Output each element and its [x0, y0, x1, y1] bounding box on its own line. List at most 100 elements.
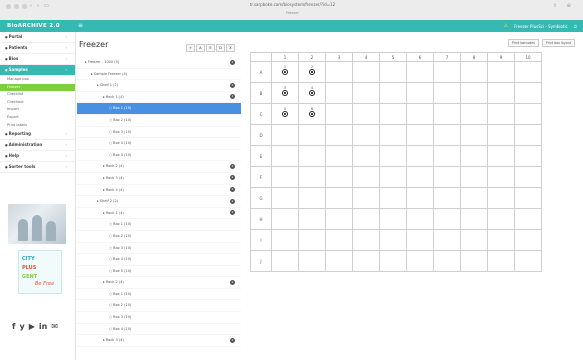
tree-node[interactable]: ▸ Shelf 1 (2) 1: [77, 80, 241, 92]
grid-cell[interactable]: [298, 124, 326, 146]
tree-node[interactable]: ○ Box 5 (10): [77, 150, 241, 162]
grid-cell[interactable]: [325, 82, 353, 104]
tree-node[interactable]: ▸ Shelf 2 (2) 1: [77, 196, 241, 208]
grid-cell[interactable]: [514, 61, 542, 83]
grid-cell[interactable]: [460, 103, 488, 125]
grid-cell[interactable]: [406, 124, 434, 146]
tab-title[interactable]: Freezer: [180, 11, 405, 17]
grid-cell[interactable]: [298, 187, 326, 209]
grid-cell[interactable]: [514, 82, 542, 104]
grid-cell[interactable]: [487, 208, 515, 230]
tree-node[interactable]: ○ Box 5 (10): [77, 266, 241, 278]
grid-cell[interactable]: [325, 187, 353, 209]
tree-node[interactable]: ○ Box 2 (10): [77, 115, 241, 127]
grid-cell[interactable]: [352, 124, 380, 146]
grid-cell[interactable]: [487, 187, 515, 209]
forward-icon[interactable]: ›: [37, 3, 39, 9]
sidebar-subitem-manage-box[interactable]: Manage box: [0, 76, 75, 84]
grid-cell[interactable]: [271, 229, 299, 251]
grid-cell[interactable]: [460, 229, 488, 251]
tree-node[interactable]: ○ Box 4 (10): [77, 138, 241, 150]
grid-cell[interactable]: [406, 208, 434, 230]
grid-cell[interactable]: [460, 208, 488, 230]
tree-node[interactable]: ▸ Rack 1 (4) 1: [77, 92, 241, 104]
grid-cell[interactable]: [406, 103, 434, 125]
grid-cell[interactable]: [352, 187, 380, 209]
sidebar-item-patients[interactable]: ● Patients ‹: [0, 43, 75, 54]
grid-cell[interactable]: [433, 166, 461, 188]
grid-cell[interactable]: [298, 229, 326, 251]
grid-cell[interactable]: [406, 229, 434, 251]
grid-cell[interactable]: [379, 145, 407, 167]
grid-cell[interactable]: [487, 61, 515, 83]
grid-cell[interactable]: [352, 166, 380, 188]
tree-node[interactable]: ▸ Rack 3 (4) 1: [77, 335, 241, 347]
grid-cell[interactable]: [379, 187, 407, 209]
grid-cell[interactable]: [379, 124, 407, 146]
grid-cell[interactable]: [487, 82, 515, 104]
grid-cell[interactable]: [514, 208, 542, 230]
sidebar-item-samples[interactable]: ● Samples ‹: [0, 65, 75, 76]
tree-node[interactable]: ○ Box 2 (10): [77, 300, 241, 313]
print-barcodes-button[interactable]: Print barcodes: [508, 39, 539, 47]
tree-node[interactable]: ○ Box 4 (10): [77, 254, 241, 266]
grid-cell[interactable]: [460, 124, 488, 146]
grid-cell[interactable]: [271, 124, 299, 146]
tree-node[interactable]: ▸ Rack 2 (4) 1: [77, 277, 241, 289]
grid-cell[interactable]: [406, 82, 434, 104]
grid-cell[interactable]: [298, 250, 326, 272]
grid-cell[interactable]: [514, 166, 542, 188]
tree-node[interactable]: ▸ Rack 1 (4) 1: [77, 208, 241, 220]
grid-cell[interactable]: [460, 250, 488, 272]
grid-cell[interactable]: [352, 208, 380, 230]
grid-cell[interactable]: [433, 61, 461, 83]
grid-cell[interactable]: [379, 229, 407, 251]
sidebar-subitem-print-labels[interactable]: Print labels: [0, 122, 75, 130]
close-dot[interactable]: [6, 4, 11, 9]
tree-node[interactable]: ▸ Rack 4 (4) 1: [77, 185, 241, 197]
grid-cell[interactable]: [433, 124, 461, 146]
grid-cell[interactable]: [514, 229, 542, 251]
linkedin-icon[interactable]: in: [39, 322, 47, 331]
mail-icon[interactable]: ✉: [51, 322, 58, 331]
sidebar-item-portal[interactable]: ● Portal ‹: [0, 32, 75, 43]
grid-cell[interactable]: [487, 103, 515, 125]
grid-cell[interactable]: [460, 166, 488, 188]
grid-cell[interactable]: [379, 103, 407, 125]
tree-node[interactable]: ○ Box 2 (10): [77, 231, 241, 243]
grid-cell[interactable]: [325, 250, 353, 272]
tree-node[interactable]: ▸ Rack 3 (4) 1: [77, 173, 241, 185]
grid-cell[interactable]: [271, 166, 299, 188]
print-layout-button[interactable]: Print box layout: [541, 39, 575, 47]
grid-cell[interactable]: [379, 61, 407, 83]
grid-cell[interactable]: [433, 229, 461, 251]
grid-cell[interactable]: [352, 229, 380, 251]
grid-cell[interactable]: [352, 61, 380, 83]
grid-cell[interactable]: [514, 124, 542, 146]
grid-cell[interactable]: [514, 145, 542, 167]
grid-cell[interactable]: [271, 208, 299, 230]
sidebar-item-administration[interactable]: ● Administration ‹: [0, 140, 75, 152]
sample-tube[interactable]: 6: [308, 107, 317, 121]
grid-cell[interactable]: [514, 187, 542, 209]
grid-cell[interactable]: [352, 145, 380, 167]
grid-cell[interactable]: [433, 103, 461, 125]
sidebar-item-bios[interactable]: ● Bios ‹: [0, 54, 75, 65]
sample-tube[interactable]: 3: [281, 86, 290, 100]
sidebar-item-help[interactable]: ● Help ‹: [0, 151, 75, 163]
sample-tube[interactable]: 4: [308, 86, 317, 100]
grid-cell[interactable]: [271, 145, 299, 167]
tree-node[interactable]: ○ Box 3 (10): [77, 243, 241, 255]
grid-cell[interactable]: [460, 187, 488, 209]
grid-cell[interactable]: [298, 145, 326, 167]
grid-cell[interactable]: [325, 124, 353, 146]
menu-toggle-icon[interactable]: ≡: [78, 22, 83, 29]
grid-cell[interactable]: [514, 103, 542, 125]
sample-tube[interactable]: 1: [281, 65, 290, 79]
grid-cell[interactable]: [298, 166, 326, 188]
facebook-icon[interactable]: f: [12, 322, 15, 331]
window-controls[interactable]: [6, 4, 27, 9]
sidebar-subitem-import[interactable]: Import: [0, 106, 75, 114]
grid-cell[interactable]: 4: [298, 82, 326, 104]
back-icon[interactable]: ‹: [30, 3, 32, 9]
